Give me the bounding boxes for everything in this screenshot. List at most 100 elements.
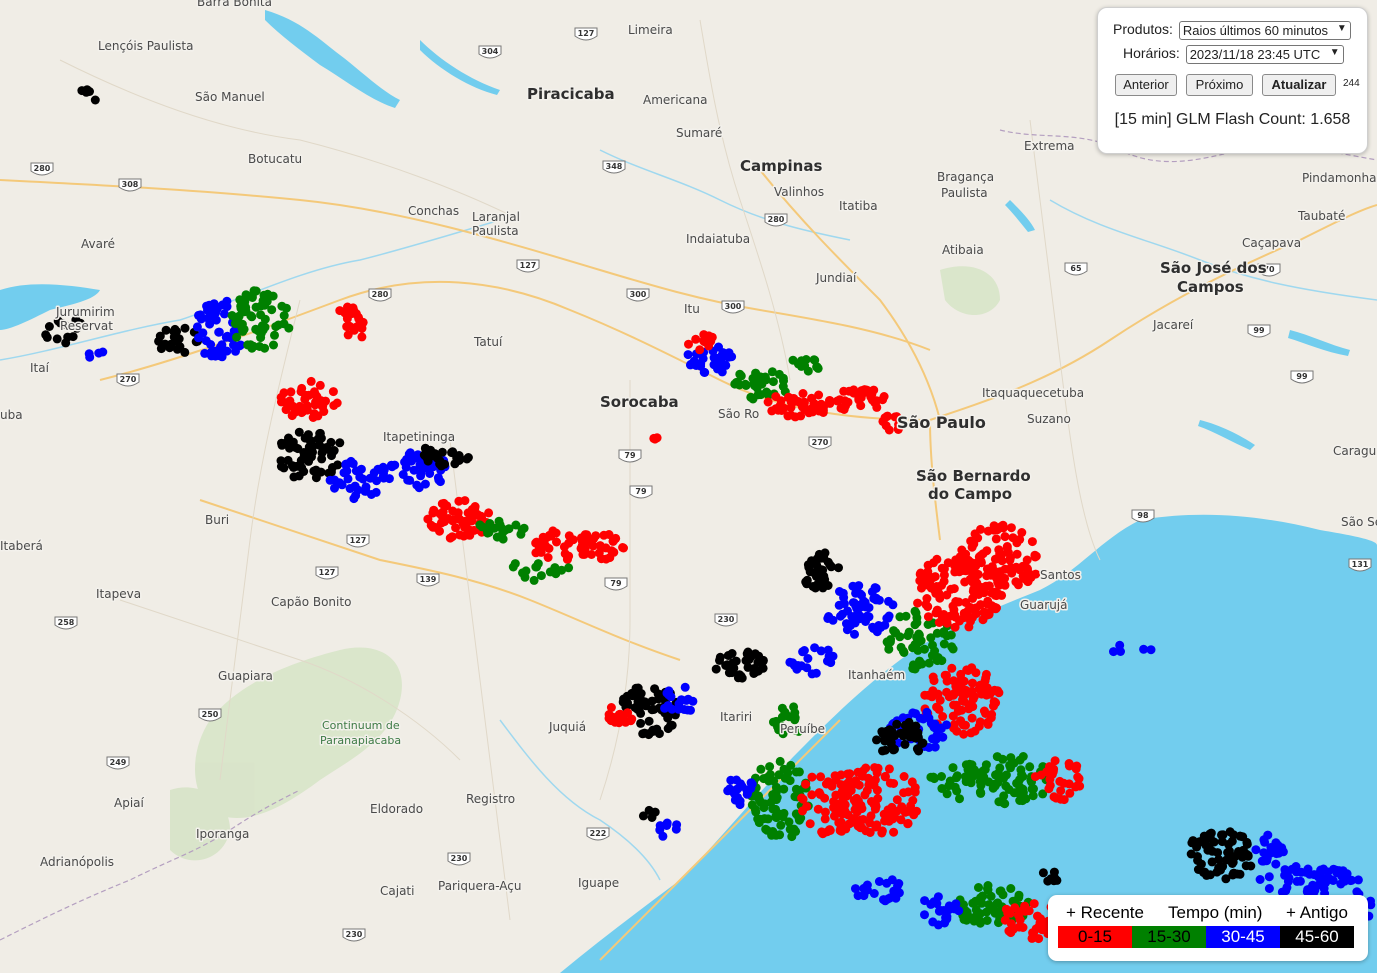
place-label: Cajati [380, 884, 414, 898]
lightning-dot [984, 900, 994, 910]
lightning-dot [928, 772, 938, 782]
lightning-dot [318, 399, 328, 409]
lightning-dot [881, 412, 891, 422]
lightning-dot [379, 473, 389, 483]
lightning-dot [820, 793, 830, 803]
lightning-dot [243, 340, 253, 350]
lightning-dot [993, 778, 1003, 788]
lightning-dot [308, 413, 318, 422]
lightning-dot [956, 553, 965, 562]
lightning-dot [810, 643, 820, 653]
place-label: São Bernardo [916, 467, 1031, 485]
lightning-dot [294, 471, 304, 481]
lightning-dot [1109, 647, 1118, 657]
svg-text:304: 304 [482, 47, 499, 56]
lightning-dot [544, 530, 554, 540]
lightning-dot [929, 676, 939, 686]
lightning-dot [865, 828, 875, 837]
lightning-dot [342, 322, 352, 332]
lightning-dot [596, 554, 606, 564]
lightning-dot [1004, 926, 1014, 936]
svg-text:230: 230 [346, 930, 363, 939]
road-shield: 127 [574, 27, 598, 41]
lightning-dot [1212, 867, 1222, 877]
lightning-dot [904, 627, 914, 637]
svg-text:258: 258 [58, 618, 75, 627]
lightning-dot [820, 807, 830, 817]
lightning-dot [311, 473, 321, 483]
lightning-dot [1332, 867, 1341, 877]
lightning-dot [850, 629, 859, 639]
lightning-dot [894, 879, 904, 888]
lightning-dot [913, 598, 923, 608]
lightning-dot [1264, 872, 1274, 882]
lightning-dot [236, 303, 246, 313]
lightning-dot [882, 878, 892, 888]
road-shield: 230 [714, 613, 738, 627]
lightning-dot [647, 696, 657, 706]
lightning-dot [281, 398, 291, 408]
lightning-dot [447, 448, 457, 458]
lightning-dot [276, 462, 286, 471]
lightning-dot [180, 323, 190, 333]
lightning-dot [44, 322, 54, 331]
lightning-dot [683, 350, 693, 360]
place-label: Peruíbe [780, 722, 825, 736]
atualizar-button[interactable]: Atualizar [1262, 74, 1336, 96]
lightning-dot [1012, 538, 1022, 548]
lightning-dot [948, 711, 958, 721]
refresh-counter: 244 [1343, 78, 1360, 89]
lightning-dot [308, 441, 318, 451]
lightning-dot [297, 463, 307, 473]
lightning-dot [326, 437, 336, 447]
lightning-dot [599, 530, 609, 540]
svg-text:270: 270 [120, 375, 137, 384]
lightning-dot [200, 348, 210, 358]
lightning-dot [992, 603, 1001, 613]
lightning-dot [673, 704, 683, 714]
lightning-dot [928, 640, 937, 650]
lightning-dot [90, 95, 100, 105]
horarios-select[interactable]: 2023/11/18 23:45 UTC ▼ [1185, 45, 1344, 64]
lightning-dot [198, 328, 208, 338]
lightning-dot [746, 392, 756, 402]
lightning-dot [238, 326, 248, 336]
lightning-dot [605, 553, 615, 563]
lightning-dot [922, 573, 932, 583]
lightning-dot [869, 594, 879, 604]
place-label: Registro [466, 792, 515, 806]
lightning-dot [851, 884, 860, 894]
lightning-dot [180, 347, 190, 357]
place-label: Itaí [30, 361, 50, 375]
anterior-button[interactable]: Anterior [1115, 74, 1177, 96]
svg-text:127: 127 [578, 29, 595, 38]
lightning-dot [934, 704, 944, 714]
lightning-dot [519, 523, 529, 533]
lightning-dot [211, 346, 221, 356]
lightning-dot [885, 778, 895, 788]
lightning-dot [872, 396, 882, 406]
lightning-dot [936, 724, 946, 734]
lightning-dot [726, 775, 736, 785]
place-label: Taubaté [1297, 209, 1345, 223]
lightning-dot [329, 401, 339, 410]
lightning-dot [285, 443, 294, 453]
lightning-dot [1025, 762, 1035, 772]
lightning-dot [404, 449, 414, 459]
lightning-dot [460, 496, 470, 506]
lightning-dot [981, 669, 991, 679]
road-shield: 131 [1348, 558, 1372, 572]
lightning-dot [169, 327, 179, 337]
lightning-dot [357, 332, 367, 342]
lightning-dot [775, 756, 785, 766]
lightning-dot [840, 396, 850, 406]
road-shield: 300 [721, 300, 745, 314]
lightning-dot [214, 327, 224, 337]
lightning-dot [873, 623, 883, 633]
produtos-select[interactable]: Raios últimos 60 minutos ▼ [1178, 21, 1351, 40]
lightning-dot [84, 349, 94, 359]
proximo-button[interactable]: Próximo [1186, 74, 1253, 96]
lightning-dot [1217, 830, 1226, 840]
place-label: Guarujá [1020, 598, 1067, 612]
lightning-dot [354, 314, 364, 324]
